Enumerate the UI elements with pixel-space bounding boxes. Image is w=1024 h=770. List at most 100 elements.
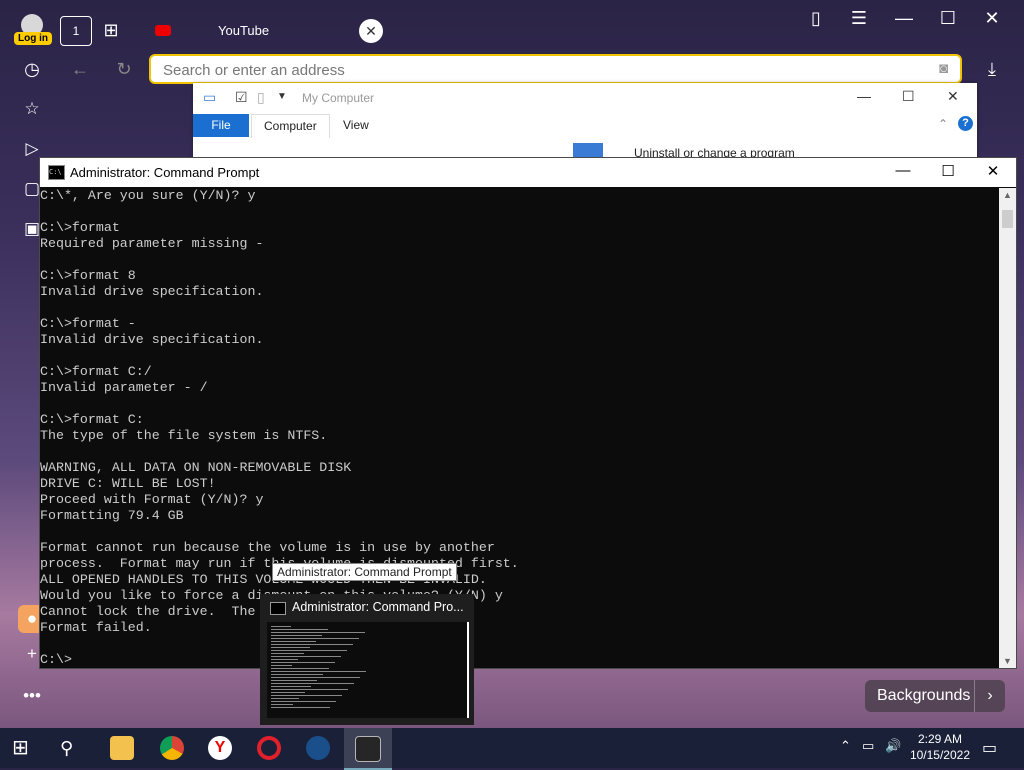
- cmd-line: [40, 204, 998, 220]
- backgrounds-button[interactable]: Backgrounds ›: [865, 680, 1005, 712]
- tabs-count-button[interactable]: 1: [60, 16, 92, 46]
- preview-line: [271, 668, 329, 669]
- taskbar-thumbnail[interactable]: Administrator: Command Pro...: [260, 594, 474, 725]
- cmd-line: [40, 636, 998, 652]
- cmd-line: [40, 396, 998, 412]
- cmd-line: ALL OPENED HANDLES TO THIS VOLUME WOULD …: [40, 572, 487, 587]
- new-tab-icon[interactable]: ⊞: [97, 16, 125, 44]
- ribbon-tab-view[interactable]: View: [343, 118, 369, 132]
- thumbnail-preview: [267, 622, 469, 718]
- cmd-line: [40, 348, 998, 364]
- network-icon[interactable]: ▭: [862, 738, 874, 754]
- opera-icon[interactable]: [257, 736, 281, 760]
- cmd-line: process. Format may run if this volume i…: [40, 556, 519, 571]
- new-folder-icon[interactable]: ▯: [257, 89, 265, 106]
- help-icon[interactable]: ?: [958, 116, 973, 131]
- download-icon[interactable]: ⤓: [978, 55, 1006, 83]
- tray-expand-icon[interactable]: ⌃: [840, 738, 851, 754]
- collapse-ribbon-icon[interactable]: ⌃: [938, 117, 948, 131]
- volume-icon[interactable]: 🔊: [885, 738, 901, 754]
- explorer-window[interactable]: ▭ ☑ ▯ ▼ My Computer — ☐ ✕ File Computer …: [193, 83, 977, 163]
- cmd-line: DRIVE C: WILL BE LOST!: [40, 476, 216, 491]
- camera-icon[interactable]: ◙: [939, 60, 948, 77]
- chevron-right-icon[interactable]: ›: [974, 680, 1005, 712]
- preview-line: [271, 662, 335, 663]
- cmd-line: [40, 444, 998, 460]
- cmd-line: WARNING, ALL DATA ON NON-REMOVABLE DISK: [40, 460, 352, 475]
- cmd-line: C:\>: [40, 652, 72, 667]
- explorer-close-icon[interactable]: ✕: [947, 88, 959, 105]
- preview-line: [271, 701, 336, 702]
- address-input[interactable]: [161, 61, 905, 80]
- minimize-icon[interactable]: —: [890, 4, 918, 32]
- address-bar[interactable]: ◙: [149, 54, 962, 84]
- taskbar-clock[interactable]: 2:29 AM 10/15/2022: [910, 731, 970, 763]
- cmd-line: Formatting 79.4 GB: [40, 508, 184, 523]
- cmd-line: Cannot lock the drive. The volume is sti…: [40, 604, 447, 619]
- properties-icon[interactable]: ☑: [235, 89, 248, 106]
- close-icon[interactable]: ✕: [978, 4, 1006, 32]
- favorites-icon[interactable]: ☆: [18, 95, 46, 123]
- cmd-scrollbar[interactable]: ▲ ▼: [999, 188, 1016, 668]
- explorer-minimize-icon[interactable]: —: [857, 88, 871, 104]
- back-icon[interactable]: ←: [66, 55, 94, 83]
- windows-start-icon[interactable]: ⊞: [12, 736, 36, 760]
- cmd-line: C:\>format -: [40, 316, 136, 331]
- cmd-maximize-icon[interactable]: ☐: [933, 162, 963, 180]
- preview-line: [271, 692, 305, 693]
- preview-line: [271, 674, 323, 675]
- computer-icon: ▭: [203, 89, 217, 105]
- preview-line: [271, 683, 354, 684]
- cmd-line: C:\>format C:/: [40, 364, 152, 379]
- bookmarks-icon[interactable]: ▯: [802, 4, 830, 32]
- cmd-line: Format failed.: [40, 620, 152, 635]
- cmd-titlebar[interactable]: C:\ Administrator: Command Prompt — ☐ ✕: [40, 158, 1016, 187]
- preview-line: [271, 686, 311, 687]
- preview-line: [271, 626, 291, 627]
- cmd-title: Administrator: Command Prompt: [70, 165, 260, 180]
- cmd-minimize-icon[interactable]: —: [888, 162, 918, 179]
- scroll-up-icon[interactable]: ▲: [1003, 190, 1012, 200]
- thumbnail-title: Administrator: Command Pro...: [292, 600, 464, 614]
- cmd-line: [40, 300, 998, 316]
- preview-line: [271, 635, 322, 636]
- customize-toolbar-icon[interactable]: ▼: [277, 91, 287, 102]
- preview-line: [271, 680, 317, 681]
- search-icon[interactable]: ⚲: [60, 736, 84, 760]
- login-badge[interactable]: Log in: [14, 32, 52, 45]
- preview-line: [271, 650, 347, 651]
- cmd-line: Invalid drive specification.: [40, 284, 264, 299]
- preview-line: [271, 629, 328, 630]
- cmd-line: C:\>format: [40, 220, 120, 235]
- preview-line: [271, 656, 341, 657]
- ribbon-tab-file[interactable]: File: [193, 114, 249, 137]
- thumbnail-cmd-icon: [270, 602, 286, 615]
- steam-icon[interactable]: [306, 736, 330, 760]
- cmd-line: Proceed with Format (Y/N)? y: [40, 492, 264, 507]
- notifications-icon[interactable]: ▭: [982, 738, 997, 758]
- cmd-window[interactable]: C:\ Administrator: Command Prompt — ☐ ✕ …: [39, 157, 1017, 669]
- preview-line: [271, 698, 299, 699]
- scroll-thumb[interactable]: [1002, 210, 1013, 228]
- scroll-down-icon[interactable]: ▼: [1003, 656, 1012, 666]
- explorer-maximize-icon[interactable]: ☐: [902, 88, 915, 105]
- tab-close-icon[interactable]: ✕: [359, 19, 383, 43]
- yandex-icon[interactable]: Y: [208, 736, 232, 760]
- taskbar: ⊞ ⚲ Y ⌃ ▭ 🔊 2:29 AM 10/15/2022 ▭: [0, 728, 1024, 770]
- maximize-icon[interactable]: ☐: [934, 4, 962, 32]
- cmd-line: [40, 252, 998, 268]
- cmd-app-icon: C:\: [48, 165, 65, 180]
- more-icon[interactable]: •••: [18, 682, 46, 710]
- preview-line: [271, 644, 353, 645]
- ribbon-tab-computer[interactable]: Computer: [251, 114, 330, 138]
- cmd-close-icon[interactable]: ✕: [978, 162, 1008, 180]
- taskbar-tooltip: Administrator: Command Prompt: [272, 563, 457, 581]
- history-icon[interactable]: ◷: [18, 55, 46, 83]
- cmd-line: C:\*, Are you sure (Y/N)? y: [40, 188, 256, 203]
- reload-icon[interactable]: ↻: [110, 55, 138, 83]
- file-explorer-icon[interactable]: [110, 736, 134, 760]
- chrome-icon[interactable]: [160, 736, 184, 760]
- menu-icon[interactable]: ☰: [845, 4, 873, 32]
- cmd-output[interactable]: C:\*, Are you sure (Y/N)? y C:\>format Req…: [40, 188, 998, 668]
- preview-line: [271, 653, 304, 654]
